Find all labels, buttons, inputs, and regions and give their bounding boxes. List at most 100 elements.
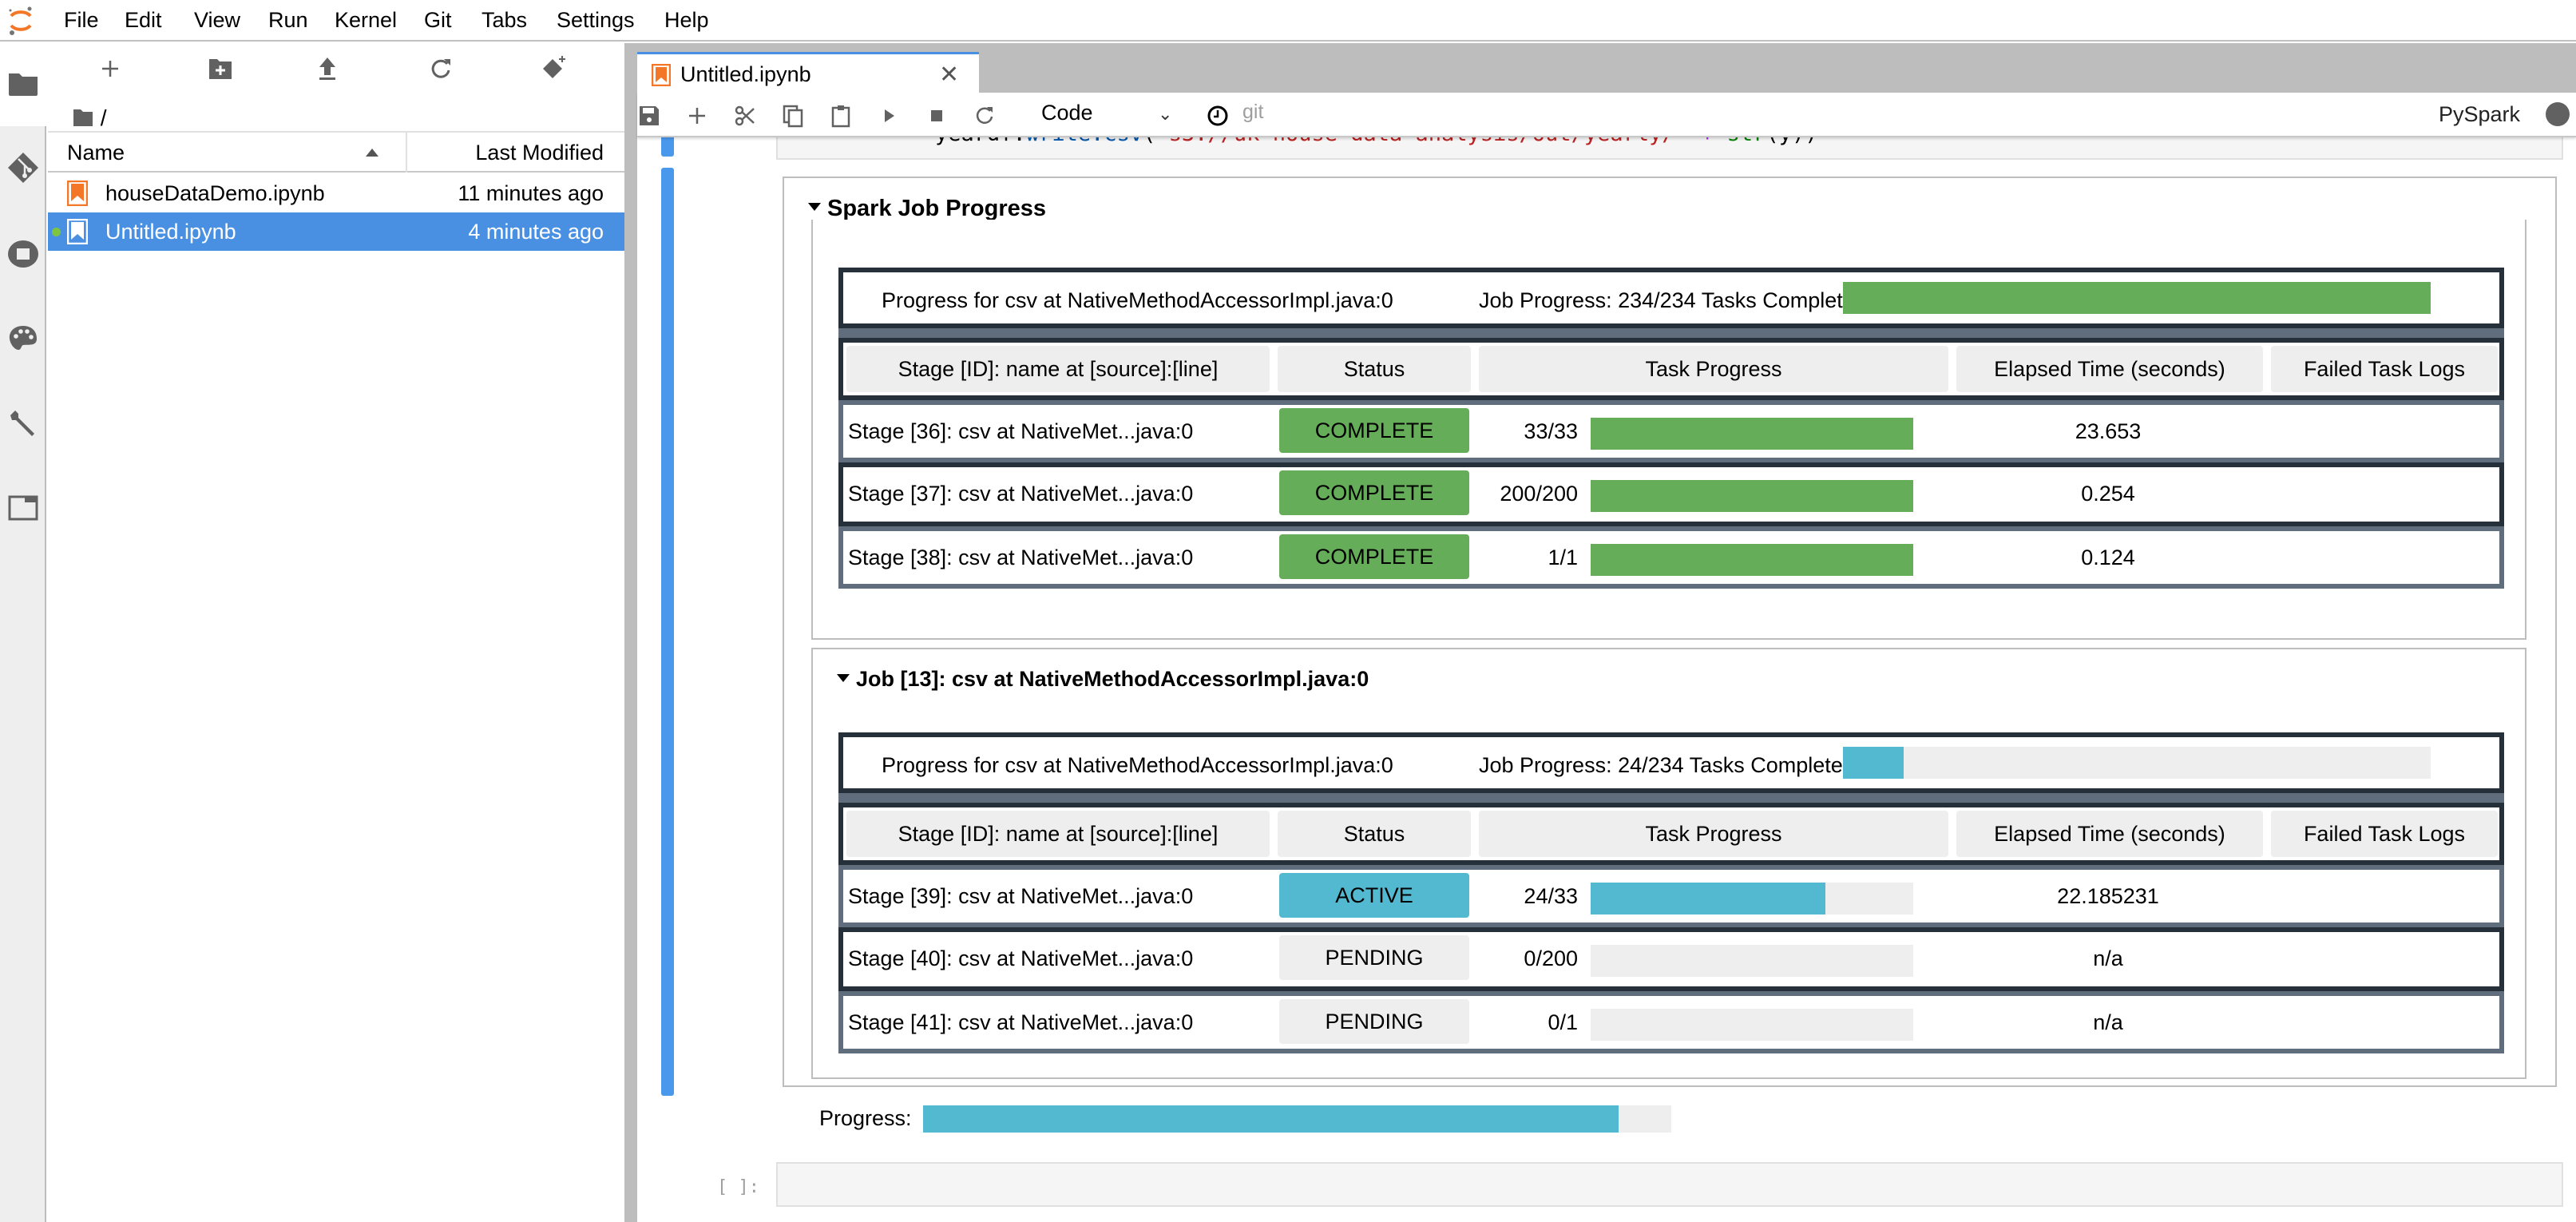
- jupyter-logo-icon: [9, 6, 32, 35]
- stage-row: Stage [36]: csv at NativeMet...java:0 COM…: [838, 400, 2504, 462]
- stage-column-header: Failed Task Logs: [2271, 346, 2498, 392]
- stage-status-badge: COMPLETE: [1279, 470, 1469, 515]
- git-icon[interactable]: [7, 152, 39, 184]
- stage-name: Stage [36]: csv at NativeMet...java:0: [848, 419, 1194, 443]
- stage-elapsed-time: n/a: [2093, 946, 2123, 970]
- overall-progress-label: Progress:: [819, 1106, 912, 1130]
- file-row[interactable]: houseDataDemo.ipynb 11 minutes ago: [48, 174, 624, 212]
- refresh-icon[interactable]: [425, 54, 457, 83]
- file-row-selected[interactable]: Untitled.ipynb 4 minutes ago: [48, 212, 624, 251]
- menu-git[interactable]: Git: [424, 8, 452, 33]
- new-launcher-icon[interactable]: [94, 54, 126, 83]
- job-panel: Progress for csv at NativeMethodAccessor…: [811, 220, 2526, 640]
- notebook-panel: yeardf.write.csv('s3://uk-house-data-ana…: [637, 137, 2576, 1222]
- stage-status-badge: COMPLETE: [1279, 534, 1469, 579]
- menu-tabs[interactable]: Tabs: [482, 8, 527, 33]
- job-panel: Job [13]: csv at NativeMethodAccessorImp…: [811, 648, 2526, 1079]
- stage-task-progress-bar: [1591, 883, 1913, 915]
- stage-column-header: Elapsed Time (seconds): [1956, 346, 2263, 392]
- job-progress-bar: [1843, 747, 2431, 779]
- job-tasks-complete: Job Progress: 234/234 Tasks Complete: [1479, 288, 1855, 312]
- insert-cell-icon[interactable]: [685, 104, 709, 128]
- column-name[interactable]: Name: [67, 141, 125, 165]
- stage-header-row: Stage [ID]: name at [source]:[line] Statu…: [838, 338, 2504, 400]
- running-sessions-icon[interactable]: [7, 238, 39, 270]
- clock-icon[interactable]: [1206, 104, 1230, 128]
- menu-view[interactable]: View: [194, 8, 240, 33]
- caret-down-icon: [808, 203, 821, 212]
- stage-task-progress-fill: [1591, 883, 1825, 915]
- git-button[interactable]: git: [1242, 101, 1263, 124]
- job-progress-fill: [1843, 747, 1904, 779]
- spark-progress-toggle[interactable]: Spark Job Progress: [808, 196, 1046, 222]
- git-clone-icon[interactable]: [538, 54, 570, 83]
- sort-ascending-icon[interactable]: [366, 149, 378, 157]
- folder-icon[interactable]: [72, 106, 94, 129]
- input-collapser[interactable]: [661, 137, 674, 157]
- stage-status-badge: ACTIVE: [1279, 873, 1469, 918]
- job-progress-row: Progress for csv at NativeMethodAccessor…: [838, 268, 2504, 328]
- stage-name: Stage [37]: csv at NativeMet...java:0: [848, 482, 1194, 506]
- breadcrumb: /: [72, 105, 107, 134]
- menu-edit[interactable]: Edit: [125, 8, 162, 33]
- paste-icon[interactable]: [829, 104, 853, 128]
- menu-settings[interactable]: Settings: [557, 8, 635, 33]
- stage-column-header: Stage [ID]: name at [source]:[line]: [846, 346, 1270, 392]
- stage-task-progress-fill: [1591, 418, 1913, 450]
- save-icon[interactable]: [637, 104, 661, 128]
- file-browser: / Name Last Modified houseDataDemo.ipynb…: [48, 43, 624, 1222]
- tabs-icon[interactable]: [7, 492, 39, 524]
- stage-task-progress-bar: [1591, 1009, 1913, 1041]
- empty-code-cell[interactable]: [776, 1162, 2563, 1207]
- wrench-icon[interactable]: [7, 407, 39, 439]
- copy-icon[interactable]: [781, 104, 805, 128]
- stage-status-badge: COMPLETE: [1279, 408, 1469, 453]
- stage-column-header: Status: [1278, 811, 1471, 857]
- menu-bar: File Edit View Run Kernel Git Tabs Setti…: [0, 0, 2576, 42]
- overall-progress-fill: [923, 1105, 1619, 1133]
- job-progress-row: Progress for csv at NativeMethodAccessor…: [838, 732, 2504, 793]
- notebook-icon: [67, 181, 88, 206]
- stage-row: Stage [38]: csv at NativeMet...java:0 COM…: [838, 526, 2504, 589]
- cut-icon[interactable]: [733, 104, 757, 128]
- kernel-name[interactable]: PySpark: [2439, 102, 2520, 127]
- code-cell-input[interactable]: yeardf.write.csv('s3://uk-house-data-ana…: [776, 137, 2563, 160]
- stage-elapsed-time: 23.653: [2075, 419, 2142, 443]
- output-collapser[interactable]: [661, 168, 674, 1096]
- restart-kernel-icon[interactable]: [973, 104, 997, 128]
- new-folder-icon[interactable]: [204, 54, 236, 83]
- stage-task-progress-bar: [1591, 480, 1913, 512]
- run-icon[interactable]: [877, 104, 901, 128]
- chevron-down-icon: ⌄: [1158, 104, 1173, 124]
- cell-prompt: [ ]:: [717, 1177, 759, 1197]
- stage-task-count: 200/200: [1500, 482, 1578, 506]
- close-tab-icon[interactable]: ✕: [939, 61, 959, 89]
- menu-run[interactable]: Run: [268, 8, 308, 33]
- breadcrumb-root[interactable]: /: [101, 105, 107, 130]
- stage-row: Stage [41]: csv at NativeMet...java:0 PEN…: [838, 991, 2504, 1053]
- menu-help[interactable]: Help: [664, 8, 709, 33]
- tab-title: Untitled.ipynb: [680, 62, 811, 86]
- stage-column-header: Failed Task Logs: [2271, 811, 2498, 857]
- upload-icon[interactable]: [311, 54, 343, 83]
- stage-row: Stage [37]: csv at NativeMet...java:0 COM…: [838, 462, 2504, 526]
- notebook-icon: [652, 64, 671, 86]
- stage-task-count: 0/200: [1524, 946, 1578, 970]
- stage-column-header: Task Progress: [1479, 346, 1948, 392]
- column-last-modified[interactable]: Last Modified: [475, 141, 604, 165]
- column-divider[interactable]: [406, 133, 407, 173]
- folder-icon[interactable]: [7, 67, 39, 99]
- panel-splitter[interactable]: [624, 43, 637, 1222]
- stop-icon[interactable]: [925, 104, 949, 128]
- tab-untitled-ipynb[interactable]: Untitled.ipynb ✕: [637, 52, 979, 93]
- menu-file[interactable]: File: [64, 8, 99, 33]
- file-modified: 4 minutes ago: [468, 220, 604, 244]
- cell-type-dropdown[interactable]: Code ⌄: [1041, 101, 1177, 129]
- menu-kernel[interactable]: Kernel: [335, 8, 397, 33]
- stage-elapsed-time: 0.254: [2081, 482, 2135, 506]
- job-toggle[interactable]: Job [13]: csv at NativeMethodAccessorImp…: [837, 667, 1369, 692]
- code-line: yeardf.write.csv('s3://uk-house-data-ana…: [883, 137, 1817, 146]
- palette-icon[interactable]: [7, 323, 39, 355]
- stage-task-progress-bar: [1591, 945, 1913, 977]
- stage-row: Stage [40]: csv at NativeMet...java:0 PEN…: [838, 927, 2504, 991]
